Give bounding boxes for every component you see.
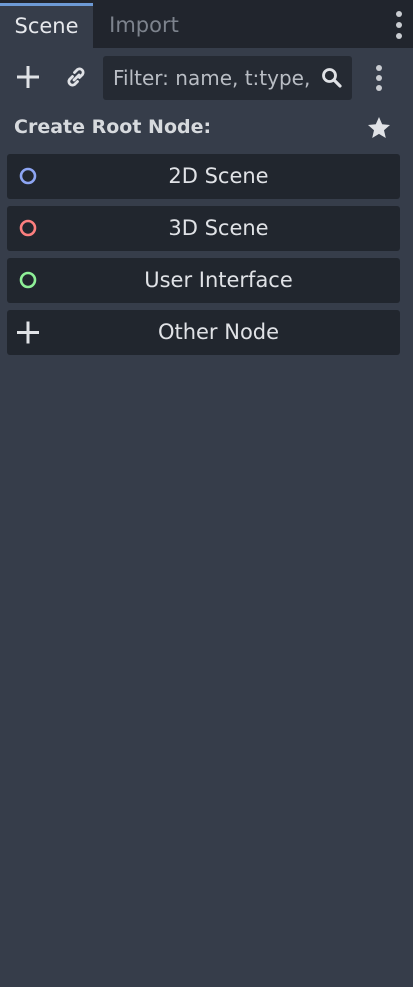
- tab-scene[interactable]: Scene: [0, 3, 93, 48]
- favorites-star-button[interactable]: [366, 115, 392, 141]
- search-icon[interactable]: [320, 66, 344, 90]
- create-root-node-label: Create Root Node:: [14, 116, 212, 138]
- add-node-button[interactable]: [10, 59, 46, 95]
- dot: [396, 11, 402, 17]
- dot: [376, 65, 382, 71]
- instance-scene-button[interactable]: [58, 59, 94, 95]
- kebab-menu-icon[interactable]: [367, 63, 391, 93]
- button-label: 3D Scene: [168, 216, 269, 240]
- dot: [396, 22, 402, 28]
- tab-import[interactable]: Import: [93, 3, 195, 48]
- button-label: Other Node: [157, 320, 280, 344]
- 2d-scene-button[interactable]: 2D Scene: [7, 154, 400, 199]
- dot: [376, 75, 382, 81]
- button-label: 2D Scene: [168, 164, 269, 188]
- 3d-scene-button[interactable]: 3D Scene: [7, 206, 400, 251]
- filter-input[interactable]: [103, 56, 315, 100]
- dot: [396, 33, 402, 39]
- link-icon: [67, 67, 85, 87]
- star-icon: [368, 117, 390, 138]
- plus-icon: [17, 66, 39, 88]
- scene-dock: Scene Import Filter: name, t:type, g:gro…: [0, 0, 413, 987]
- button-label: User Interface: [144, 268, 293, 292]
- tab-options-icon[interactable]: [393, 11, 405, 39]
- filter-field[interactable]: [103, 56, 352, 100]
- dot: [376, 85, 382, 91]
- user-interface-button[interactable]: User Interface: [7, 258, 400, 303]
- dock-tab-bar: Scene Import: [0, 0, 413, 48]
- other-node-button[interactable]: Other Node: [7, 310, 400, 355]
